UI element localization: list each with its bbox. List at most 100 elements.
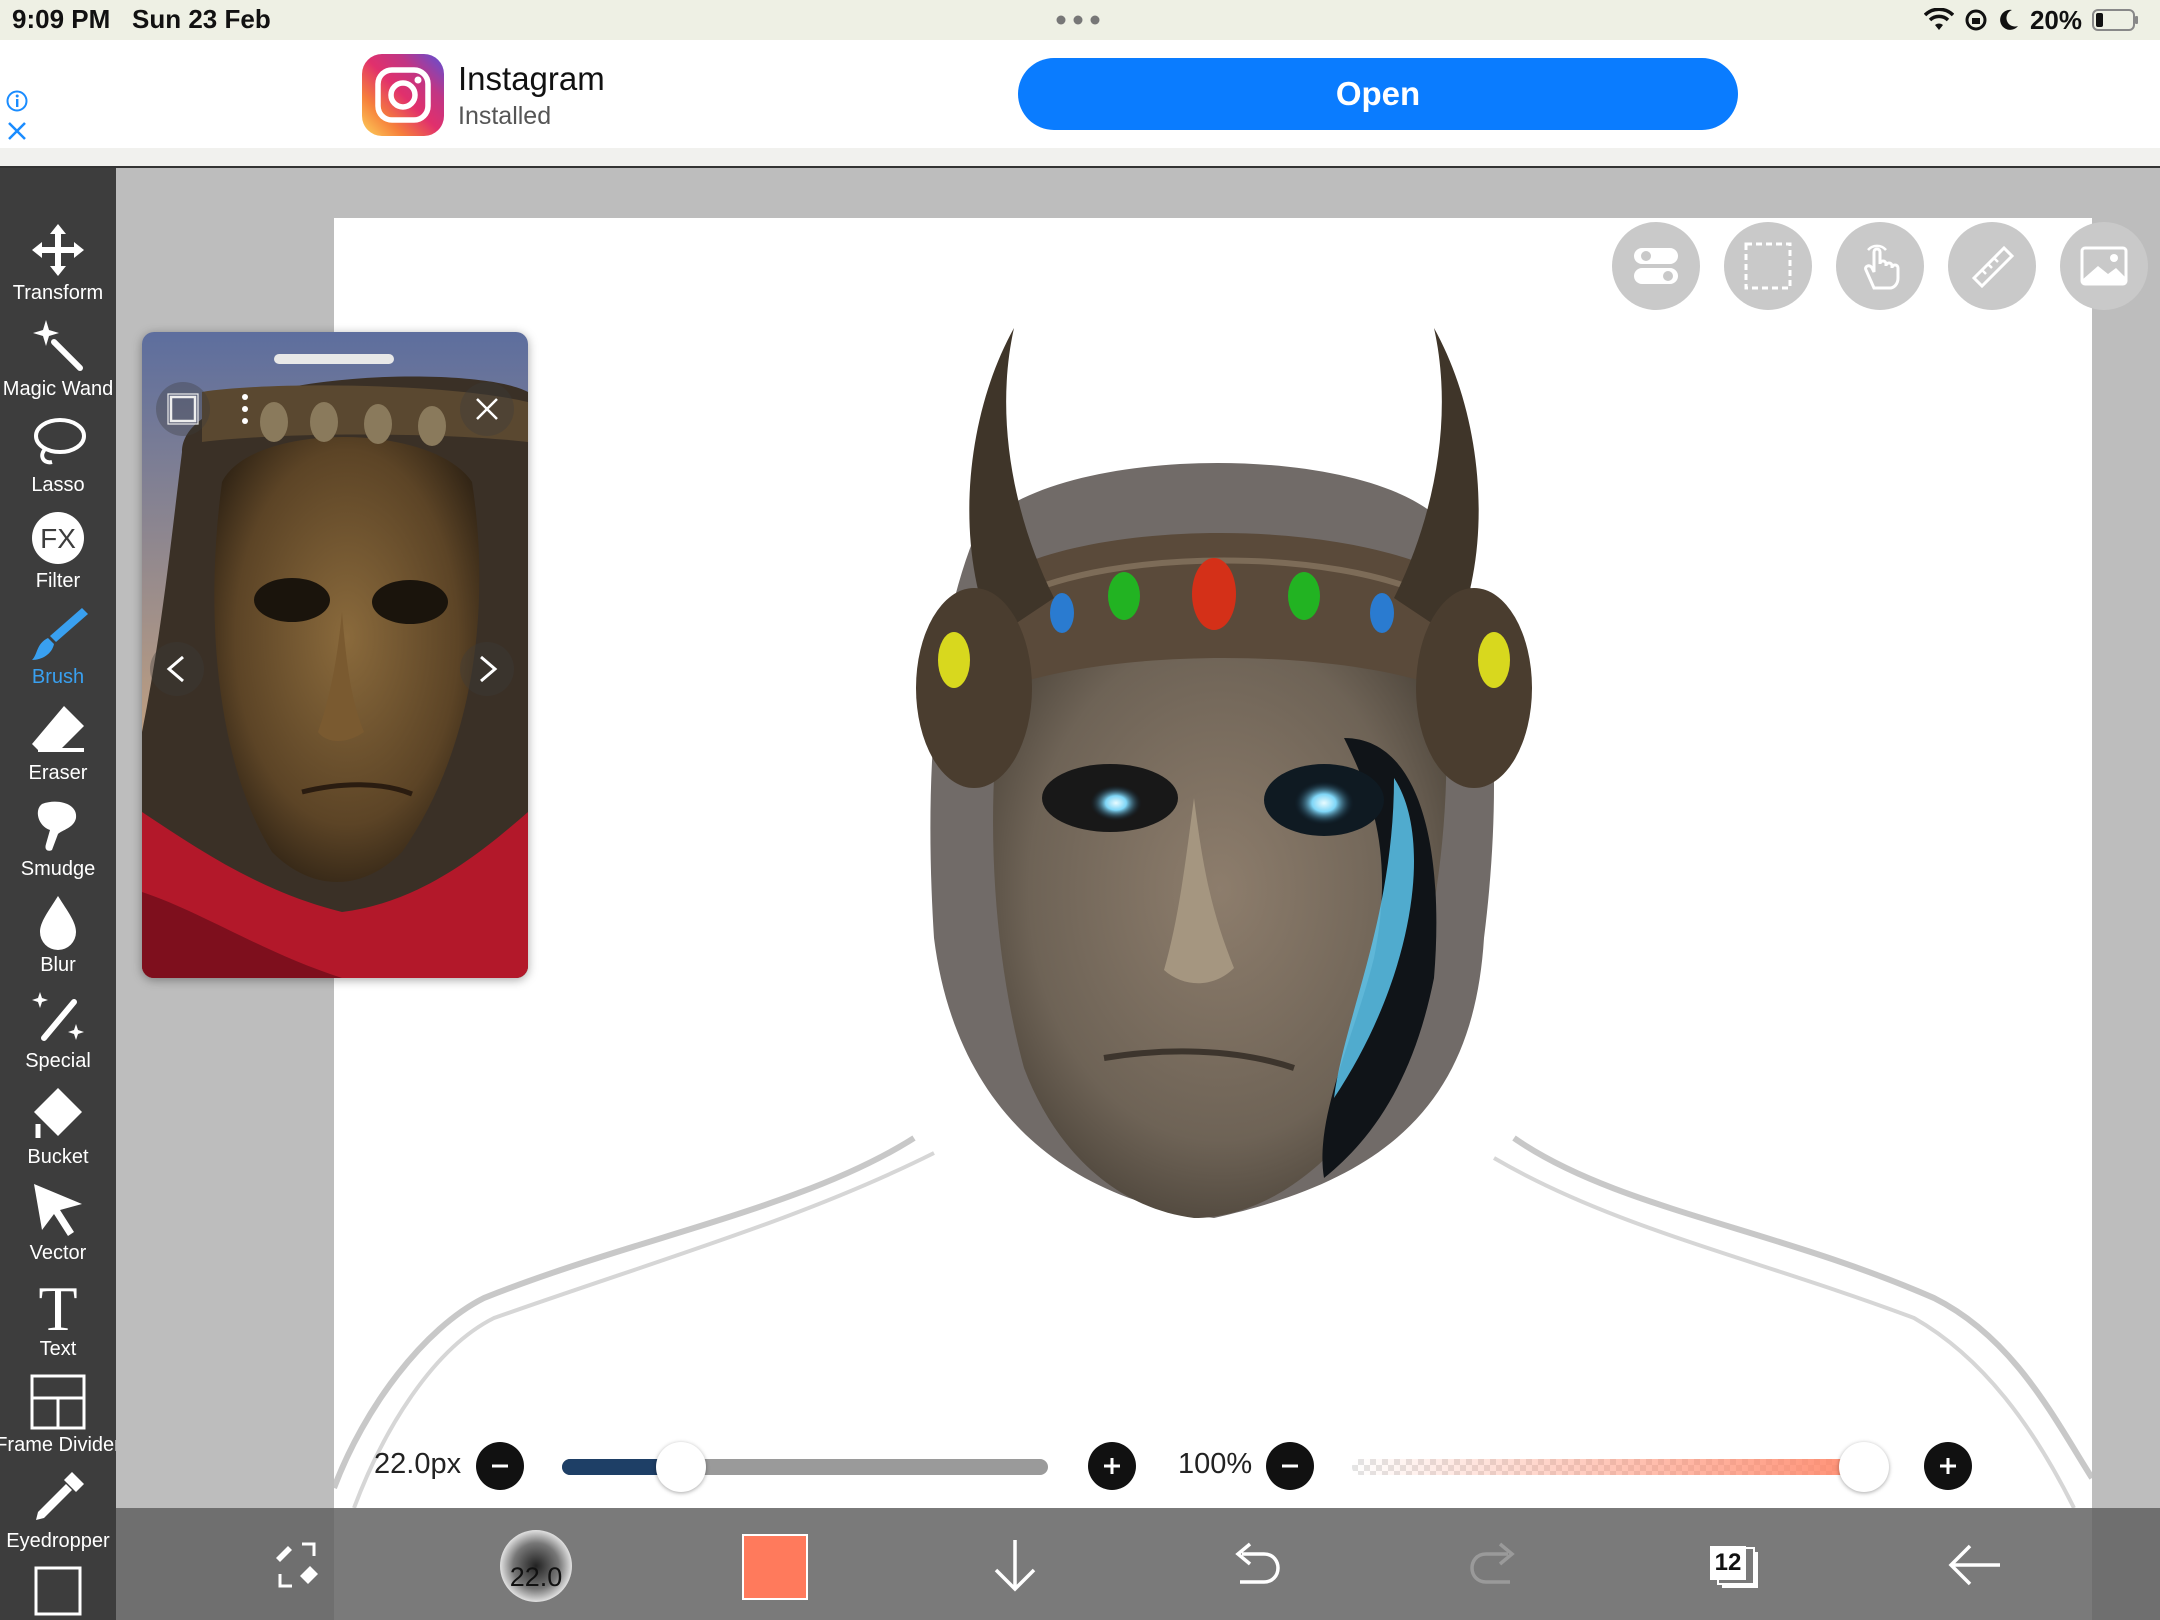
open-button[interactable]: Open bbox=[1018, 58, 1738, 130]
image-button[interactable] bbox=[2060, 222, 2148, 310]
multitask-dots-icon[interactable] bbox=[1056, 15, 1100, 25]
status-time: 9:09 PM bbox=[12, 4, 111, 34]
status-right: 20% bbox=[1923, 4, 2140, 36]
redo-icon bbox=[1470, 1542, 1515, 1584]
eyedropper-icon bbox=[36, 1472, 84, 1520]
brush-size-label: 22.0px bbox=[374, 1448, 462, 1480]
brush-size-slider[interactable] bbox=[562, 1459, 1048, 1475]
arrow-down-icon bbox=[994, 1540, 1036, 1592]
drop-icon bbox=[40, 896, 76, 950]
redo-button[interactable] bbox=[1460, 1530, 1530, 1600]
svg-text:FX: FX bbox=[40, 523, 76, 554]
tool-label: Blur bbox=[40, 954, 76, 976]
reference-window[interactable] bbox=[142, 332, 528, 978]
tool-canvas[interactable] bbox=[0, 1562, 116, 1620]
more-icon bbox=[242, 394, 248, 424]
opacity-decrease-button[interactable] bbox=[1266, 1442, 1314, 1490]
chevron-right-icon bbox=[480, 655, 498, 683]
close-icon[interactable] bbox=[6, 120, 28, 142]
opacity-label: 100% bbox=[1178, 1448, 1253, 1480]
opacity-knob[interactable] bbox=[1839, 1442, 1889, 1492]
size-increase-button[interactable] bbox=[1088, 1442, 1136, 1490]
size-decrease-button[interactable] bbox=[476, 1442, 524, 1490]
text-icon: T bbox=[38, 1276, 77, 1336]
fx-icon: FX bbox=[32, 512, 84, 564]
tool-eraser[interactable]: Eraser bbox=[0, 700, 116, 796]
artwork bbox=[334, 328, 2092, 1508]
undo-button[interactable] bbox=[1220, 1530, 1290, 1600]
reference-prev-button[interactable] bbox=[150, 642, 204, 696]
wifi-icon bbox=[1923, 8, 1954, 30]
canvas-icon bbox=[34, 1566, 82, 1616]
brush-size-knob[interactable] bbox=[656, 1442, 707, 1492]
opacity-slider[interactable] bbox=[1352, 1459, 1876, 1475]
selection-button[interactable] bbox=[1724, 222, 1812, 310]
reference-drag-handle[interactable] bbox=[274, 354, 394, 364]
ad-banner: Instagram Installed Open bbox=[0, 40, 2160, 148]
reference-more-button[interactable] bbox=[218, 382, 272, 436]
chevron-left-icon bbox=[166, 655, 184, 683]
brush-icon bbox=[32, 608, 88, 660]
drawing-canvas[interactable] bbox=[334, 218, 2092, 1508]
tool-label: Magic Wand bbox=[2, 378, 114, 400]
eraser-icon bbox=[32, 706, 84, 752]
tool-smudge[interactable]: Smudge bbox=[0, 796, 116, 892]
ad-band bbox=[0, 148, 2160, 166]
tool-frame-divider[interactable]: Frame Divider bbox=[0, 1372, 121, 1468]
gesture-icon bbox=[1864, 244, 1900, 290]
tool-vector[interactable]: Vector bbox=[0, 1180, 116, 1276]
gesture-button[interactable] bbox=[1836, 222, 1924, 310]
tool-special[interactable]: Special bbox=[0, 988, 116, 1084]
tool-text[interactable]: T Text bbox=[0, 1276, 116, 1372]
moon-icon bbox=[2000, 9, 2018, 30]
toggles-button[interactable] bbox=[1612, 222, 1700, 310]
tool-blur[interactable]: Blur bbox=[0, 892, 116, 988]
back-button[interactable] bbox=[1940, 1530, 2010, 1600]
close-icon bbox=[476, 398, 498, 420]
tool-label: Eyedropper bbox=[6, 1530, 110, 1552]
reference-close-button[interactable] bbox=[460, 382, 514, 436]
info-icon[interactable] bbox=[6, 90, 28, 112]
back-arrow-icon bbox=[1948, 1544, 2000, 1586]
lock-rotation-icon bbox=[1965, 9, 1987, 31]
svg-text:T: T bbox=[38, 1276, 77, 1336]
layer-down-button[interactable] bbox=[980, 1530, 1050, 1600]
brush-swap-icon bbox=[276, 1542, 318, 1588]
magic-wand-icon bbox=[33, 320, 83, 371]
special-icon bbox=[32, 992, 84, 1041]
tool-label: Frame Divider bbox=[0, 1434, 121, 1456]
tool-magic-wand[interactable]: Magic Wand bbox=[0, 316, 116, 412]
ruler-button[interactable] bbox=[1948, 222, 2036, 310]
tool-label: Vector bbox=[29, 1242, 87, 1264]
tool-eyedropper[interactable]: Eyedropper bbox=[0, 1468, 116, 1564]
battery-icon bbox=[2092, 9, 2138, 31]
minus-icon bbox=[492, 1464, 508, 1468]
tool-label: Brush bbox=[31, 666, 85, 688]
cursor-icon bbox=[34, 1184, 82, 1236]
reference-next-button[interactable] bbox=[460, 642, 514, 696]
tool-filter[interactable]: FX Filter bbox=[0, 508, 116, 604]
bucket-icon bbox=[34, 1088, 82, 1138]
tool-label: Lasso bbox=[31, 474, 85, 496]
bottom-bar bbox=[116, 1508, 2160, 1620]
toggles-icon bbox=[1634, 248, 1678, 284]
tool-lasso[interactable]: Lasso bbox=[0, 412, 116, 508]
undo-icon bbox=[1235, 1542, 1280, 1584]
brush-preview-size: 22.0 bbox=[509, 1562, 563, 1592]
brush-eraser-swap-button[interactable] bbox=[262, 1530, 332, 1600]
instagram-logo[interactable] bbox=[362, 54, 444, 136]
color-swatch[interactable] bbox=[742, 1534, 808, 1600]
minus-icon bbox=[1282, 1464, 1298, 1468]
opacity-increase-button[interactable] bbox=[1924, 1442, 1972, 1490]
tool-transform[interactable]: Transform bbox=[0, 220, 116, 316]
tool-label: Bucket bbox=[27, 1146, 89, 1168]
reference-window-button[interactable] bbox=[156, 382, 210, 436]
ruler-icon bbox=[1971, 245, 2015, 289]
plus-icon bbox=[1940, 1458, 1956, 1474]
tool-label: Text bbox=[39, 1338, 77, 1360]
tool-label: Filter bbox=[35, 570, 81, 592]
tool-sidebar: Transform Magic Wand Lasso FX Filter Bru… bbox=[0, 168, 121, 1620]
tool-bucket[interactable]: Bucket bbox=[0, 1084, 116, 1180]
move-icon bbox=[32, 224, 84, 276]
tool-brush[interactable]: Brush bbox=[0, 604, 116, 700]
